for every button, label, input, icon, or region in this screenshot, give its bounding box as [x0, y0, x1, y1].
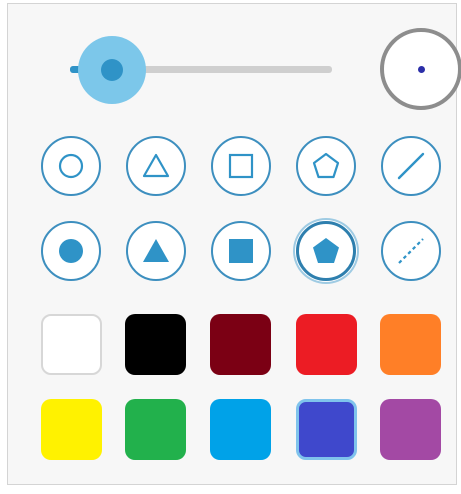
slider-thumb[interactable] [100, 59, 123, 81]
color-swatch[interactable] [125, 314, 186, 375]
circle-filled-icon [59, 239, 83, 263]
shape-triangle-outline-button[interactable] [126, 136, 186, 196]
shape-pentagon-filled-button[interactable] [296, 221, 356, 281]
color-swatch[interactable] [210, 314, 271, 375]
color-swatch[interactable] [125, 399, 186, 460]
triangle-filled-icon [143, 239, 169, 262]
color-swatch[interactable] [210, 399, 271, 460]
paint-options-panel [7, 3, 461, 485]
triangle-outline-icon [142, 153, 170, 178]
color-swatch[interactable] [380, 399, 441, 460]
shape-line-solid-button[interactable] [381, 136, 441, 196]
brush-preview [380, 28, 461, 110]
pentagon-filled-icon [313, 238, 339, 263]
brush-preview-dot [418, 66, 425, 73]
square-filled-icon [229, 239, 253, 263]
color-swatch[interactable] [296, 314, 357, 375]
color-swatch[interactable] [41, 314, 102, 375]
color-swatch[interactable] [380, 314, 441, 375]
square-outline-icon [228, 153, 254, 179]
color-swatch[interactable] [41, 399, 102, 460]
shape-square-filled-button[interactable] [211, 221, 271, 281]
shape-circle-filled-button[interactable] [41, 221, 101, 281]
brush-size-slider[interactable] [48, 32, 338, 104]
pentagon-outline-icon [312, 152, 340, 179]
color-swatch[interactable] [296, 399, 357, 460]
shape-circle-outline-button[interactable] [41, 136, 101, 196]
shape-square-outline-button[interactable] [211, 136, 271, 196]
shape-line-dashed-button[interactable] [381, 221, 441, 281]
line-dashed-icon [398, 238, 424, 264]
circle-outline-icon [58, 153, 84, 179]
shape-triangle-filled-button[interactable] [126, 221, 186, 281]
shape-pentagon-outline-button[interactable] [296, 136, 356, 196]
line-solid-icon [397, 152, 425, 180]
